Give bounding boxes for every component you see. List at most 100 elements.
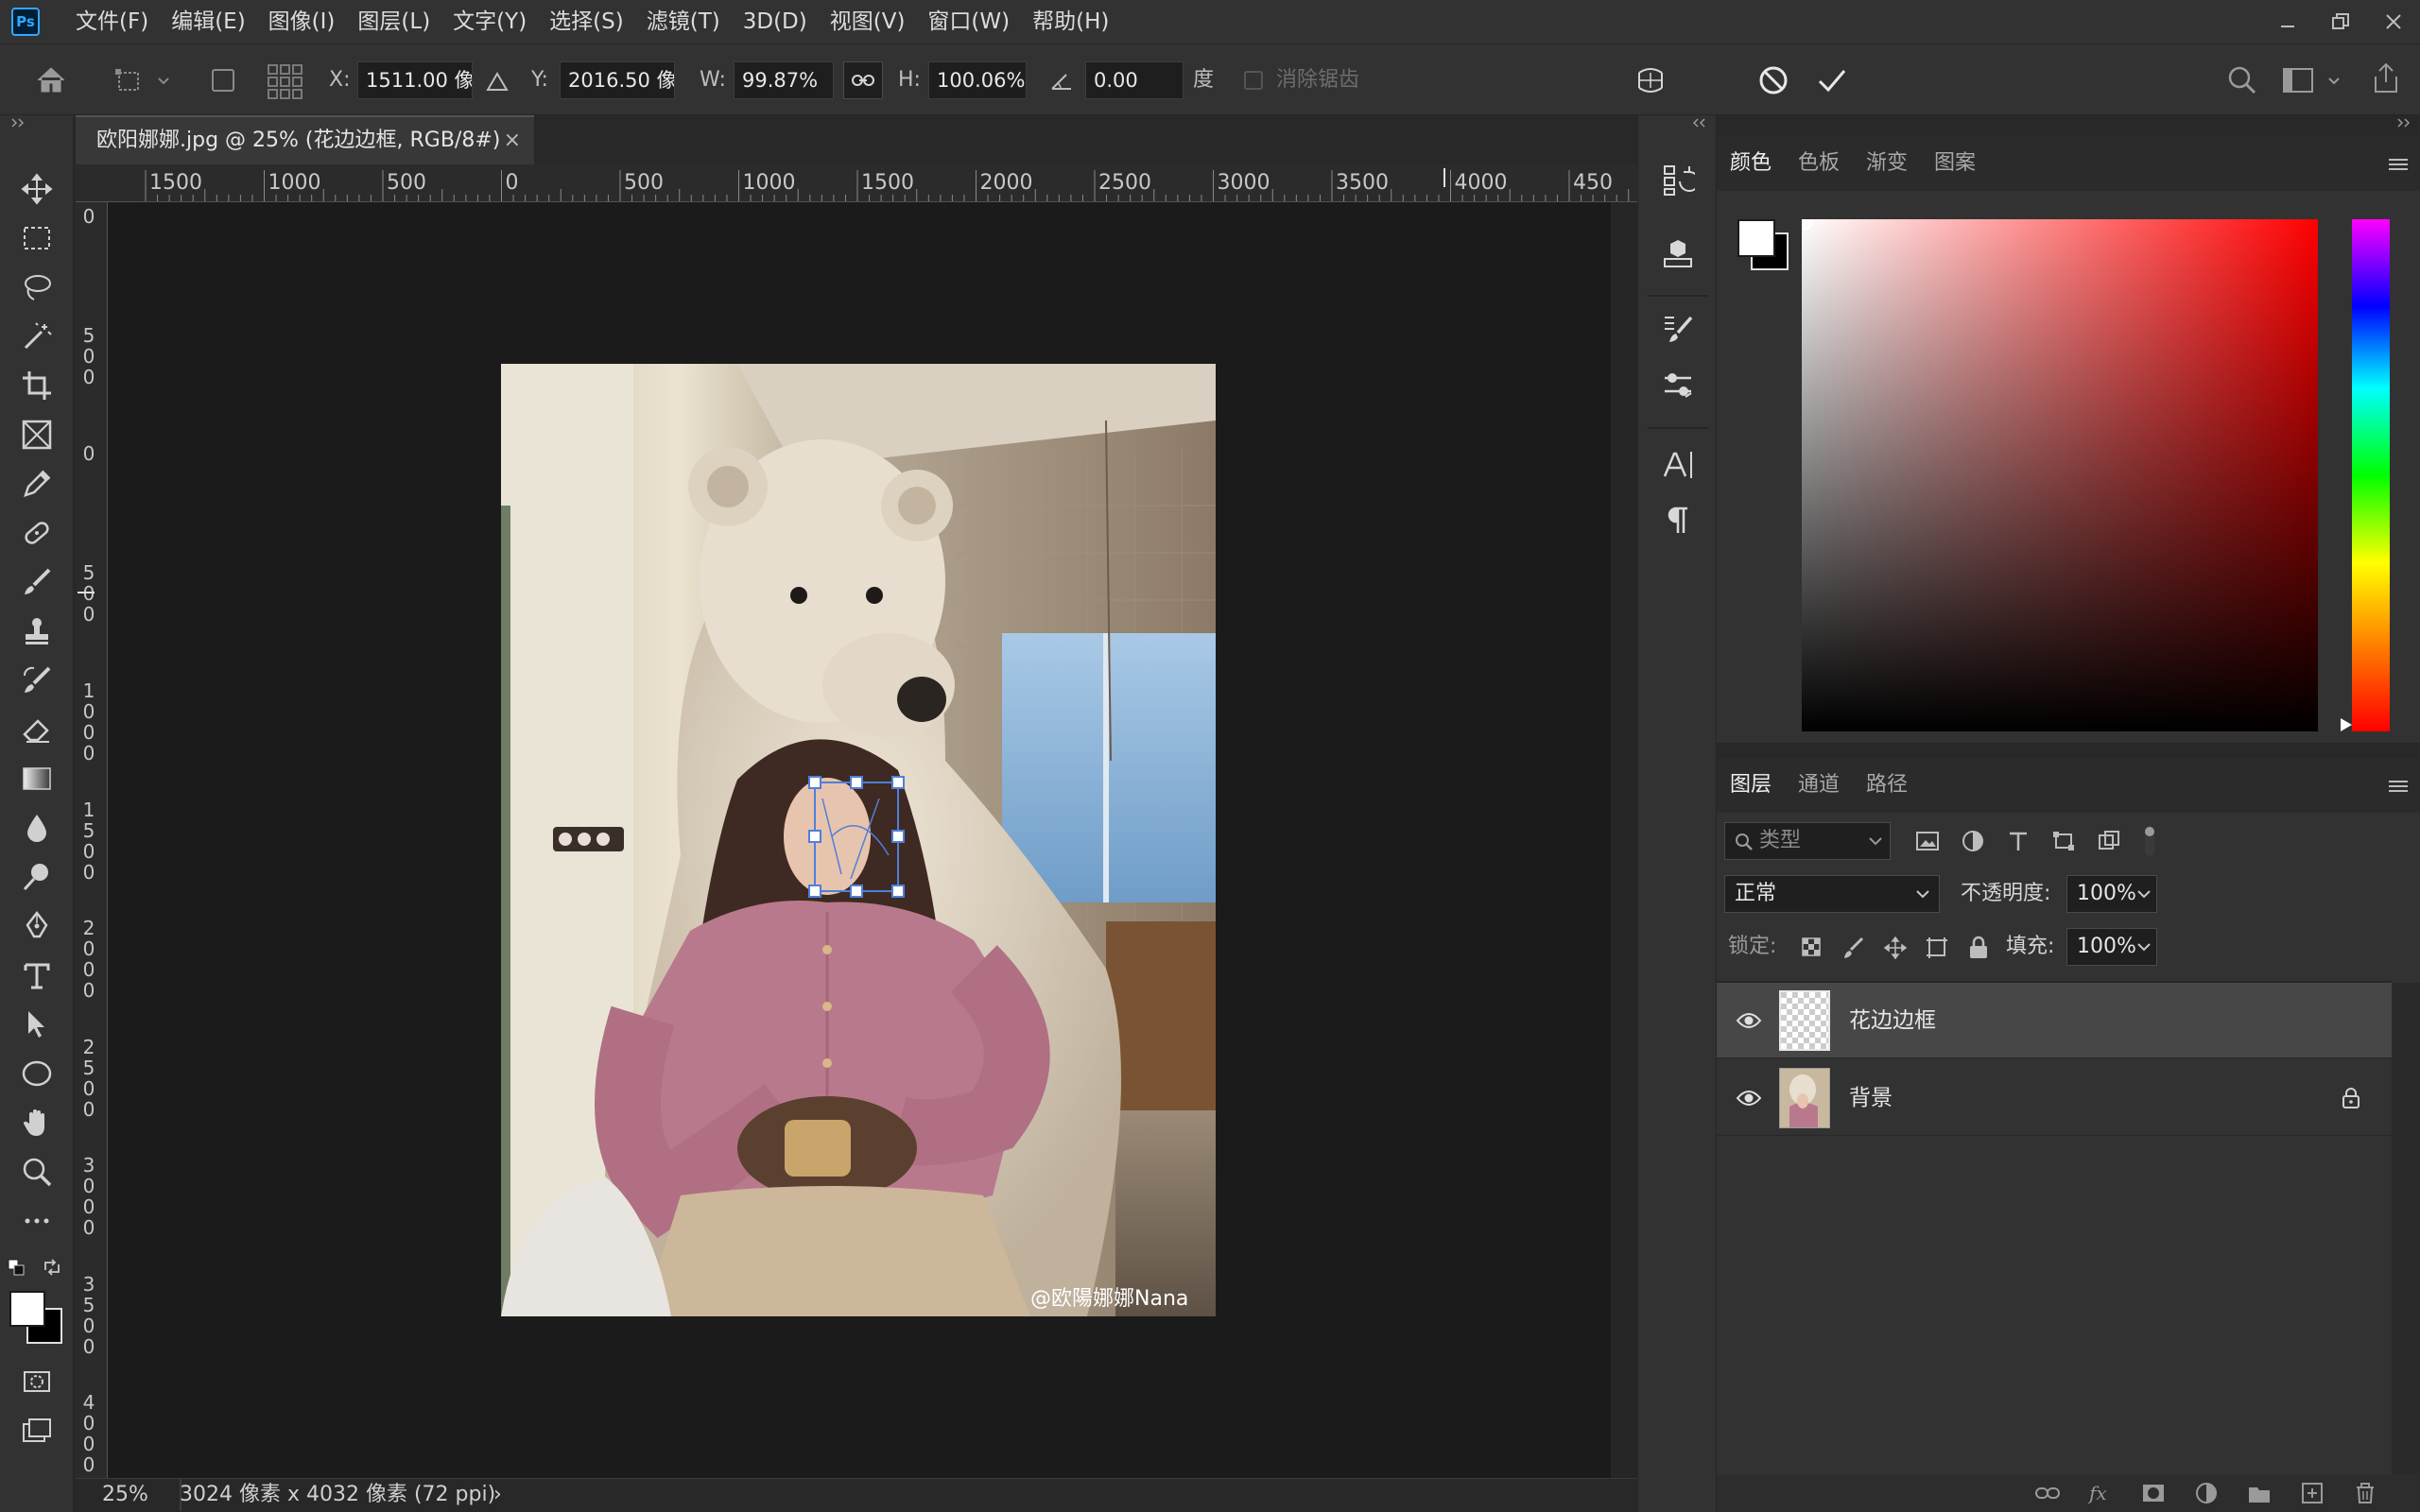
layer-lock-icon[interactable]: [2341, 1087, 2361, 1109]
zoom-tool[interactable]: [18, 1153, 56, 1191]
maintain-aspect-ratio-button[interactable]: [843, 61, 883, 99]
workspace-switcher[interactable]: [2282, 63, 2348, 97]
blur-tool[interactable]: [18, 809, 56, 847]
filter-toggle-icon[interactable]: [2142, 824, 2157, 858]
menu-filter[interactable]: 滤镜(T): [635, 0, 732, 43]
lock-all-icon[interactable]: [1966, 936, 1991, 960]
panel-foreground-swatch[interactable]: [1737, 219, 1775, 257]
x-position-field[interactable]: 1511.00 像: [357, 61, 473, 99]
width-field[interactable]: 99.87%: [734, 61, 834, 99]
dodge-tool[interactable]: [18, 858, 56, 896]
close-window-button[interactable]: [2367, 0, 2420, 43]
collapse-dock-button[interactable]: [1689, 115, 1708, 130]
transform-tool-preset[interactable]: [112, 63, 172, 97]
menu-view[interactable]: 视图(V): [819, 0, 917, 43]
brush-settings-button[interactable]: [1655, 306, 1701, 352]
menu-select[interactable]: 选择(S): [538, 0, 635, 43]
magic-wand-tool[interactable]: [18, 318, 56, 355]
menu-type[interactable]: 文字(Y): [441, 0, 538, 43]
eyedropper-tool[interactable]: [18, 465, 56, 503]
layer-row-background[interactable]: 背景: [1717, 1060, 2392, 1136]
3d-panel-button[interactable]: [1655, 231, 1701, 276]
reference-point-checkbox[interactable]: [212, 69, 234, 92]
shape-layer-filter-icon[interactable]: [2051, 830, 2076, 852]
crop-tool[interactable]: [18, 367, 56, 404]
tab-channels[interactable]: 通道: [1785, 758, 1853, 813]
adjustments-button[interactable]: [1655, 363, 1701, 408]
move-tool[interactable]: [18, 170, 56, 208]
quick-mask-button[interactable]: [18, 1363, 56, 1400]
edit-toolbar-button[interactable]: [18, 1202, 56, 1240]
type-layer-filter-icon[interactable]: [2006, 830, 2031, 852]
cancel-transform-button[interactable]: [1754, 61, 1792, 99]
new-group-icon[interactable]: [2246, 1480, 2273, 1506]
y-position-field[interactable]: 2016.50 像: [560, 61, 675, 99]
paragraph-panel-button[interactable]: [1655, 497, 1701, 542]
document-tab[interactable]: 欧阳娜娜.jpg @ 25% (花边边框, RGB/8#) ×: [76, 115, 534, 164]
rotate-angle-field[interactable]: 0.00: [1085, 61, 1184, 99]
screen-mode-button[interactable]: [18, 1412, 56, 1450]
hue-slider[interactable]: [2341, 219, 2390, 731]
reference-point-grid[interactable]: [267, 63, 304, 101]
home-button[interactable]: [34, 63, 68, 97]
height-field[interactable]: 100.06%: [928, 61, 1027, 99]
layer-row-flower-border[interactable]: 花边边框: [1717, 983, 2392, 1058]
character-panel-button[interactable]: [1655, 442, 1701, 488]
restore-button[interactable]: [2314, 0, 2367, 43]
tab-patterns[interactable]: 图案: [1921, 136, 1989, 191]
brush-tool[interactable]: [18, 563, 56, 601]
layer-filter-select[interactable]: 类型: [1724, 822, 1891, 860]
commit-transform-button[interactable]: [1813, 61, 1851, 99]
menu-file[interactable]: 文件(F): [64, 0, 160, 43]
status-menu-arrow[interactable]: ›: [493, 1479, 502, 1511]
default-colors-button[interactable]: [8, 1259, 26, 1278]
link-layers-icon[interactable]: [2034, 1480, 2061, 1506]
tab-paths[interactable]: 路径: [1853, 758, 1921, 813]
pen-tool[interactable]: [18, 907, 56, 945]
lasso-tool[interactable]: [18, 268, 56, 306]
history-panel-button[interactable]: [1655, 157, 1701, 202]
blend-mode-select[interactable]: 正常: [1724, 875, 1940, 913]
menu-window[interactable]: 窗口(W): [916, 0, 1021, 43]
menu-edit[interactable]: 编辑(E): [160, 0, 256, 43]
layer-name[interactable]: 花边边框: [1849, 983, 1936, 1058]
new-layer-icon[interactable]: [2299, 1480, 2325, 1506]
visibility-eye-icon[interactable]: [1736, 1007, 1762, 1034]
delete-layer-icon[interactable]: [2352, 1480, 2378, 1506]
minimize-button[interactable]: [2261, 0, 2314, 43]
adjustment-layer-filter-icon[interactable]: [1961, 830, 1985, 852]
close-document-button[interactable]: ×: [504, 117, 521, 164]
hue-slider-handle[interactable]: [2341, 718, 2354, 731]
lock-position-icon[interactable]: [1883, 936, 1908, 960]
menu-image[interactable]: 图像(I): [257, 0, 347, 43]
swap-colors-button[interactable]: [42, 1257, 62, 1278]
antialias-checkbox[interactable]: [1244, 71, 1263, 90]
lock-transparent-pixels-icon[interactable]: [1800, 936, 1824, 960]
layers-panel-menu-icon[interactable]: [2386, 777, 2411, 796]
new-adjustment-layer-icon[interactable]: [2193, 1480, 2220, 1506]
tab-color[interactable]: 颜色: [1717, 136, 1785, 191]
ellipse-tool[interactable]: [18, 1055, 56, 1092]
search-button[interactable]: [2225, 63, 2259, 97]
relative-position-toggle[interactable]: [486, 71, 509, 92]
lock-image-pixels-icon[interactable]: [1841, 936, 1866, 960]
smart-object-filter-icon[interactable]: [2097, 830, 2121, 852]
healing-brush-tool[interactable]: [18, 514, 56, 552]
fill-field[interactable]: 100%: [2066, 928, 2157, 966]
hand-tool[interactable]: [18, 1104, 56, 1142]
menu-layer[interactable]: 图层(L): [346, 0, 441, 43]
share-button[interactable]: [2369, 61, 2403, 95]
menu-3d[interactable]: 3D(D): [732, 0, 819, 43]
type-tool[interactable]: [18, 956, 56, 994]
layers-scrollbar[interactable]: [2392, 983, 2420, 1493]
add-mask-icon[interactable]: [2140, 1480, 2167, 1506]
tab-layers[interactable]: 图层: [1717, 758, 1785, 813]
eraser-tool[interactable]: [18, 711, 56, 748]
opacity-field[interactable]: 100%: [2066, 875, 2157, 913]
foreground-color-swatch[interactable]: [9, 1291, 45, 1327]
collapse-toolbar-button[interactable]: [9, 115, 28, 130]
marquee-tool[interactable]: [18, 219, 56, 257]
panel-menu-icon[interactable]: [2386, 155, 2411, 174]
frame-tool[interactable]: [18, 416, 56, 454]
menu-help[interactable]: 帮助(H): [1021, 0, 1120, 43]
